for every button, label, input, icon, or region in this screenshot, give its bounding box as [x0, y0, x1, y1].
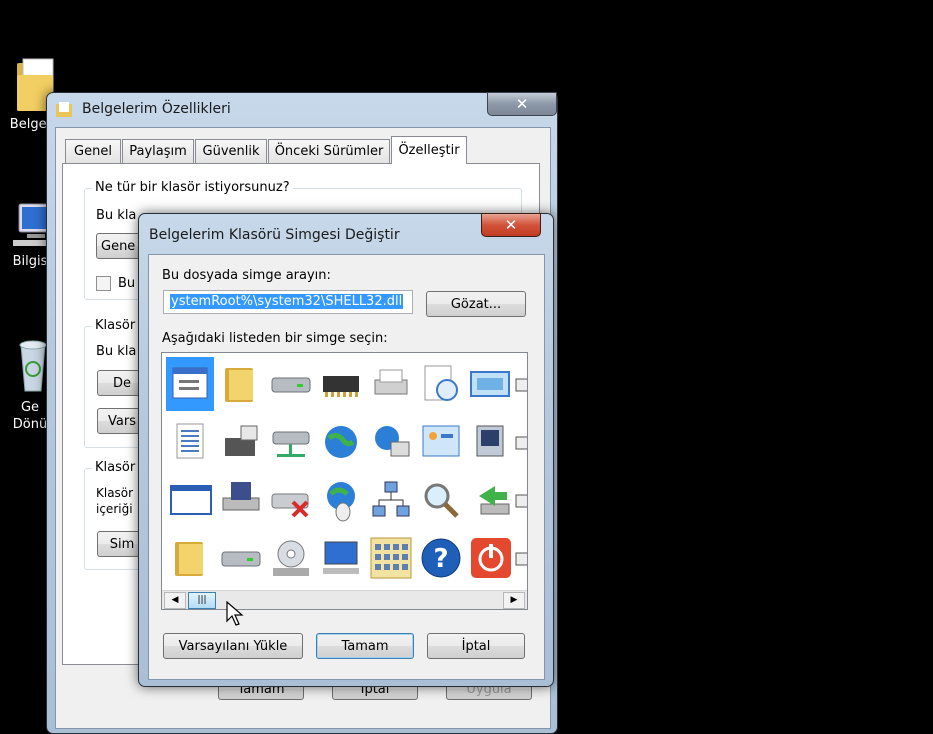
scroll-thumb[interactable]: ||| — [188, 592, 216, 609]
clock-doc-icon[interactable] — [424, 365, 458, 401]
window-icon[interactable] — [170, 485, 212, 515]
memory-chip-icon[interactable] — [323, 376, 359, 397]
printer-icon[interactable] — [374, 369, 408, 395]
icon-list: ? ◀ ||| ▶ — [161, 352, 528, 610]
partial-icon[interactable] — [515, 494, 527, 508]
cancel-button[interactable]: İptal — [427, 633, 525, 659]
power-icon[interactable] — [471, 538, 511, 578]
window-doc-icon[interactable] — [172, 367, 208, 399]
icon-file-path-input[interactable]: ystemRoot%\system32\SHELL32.dll — [163, 290, 413, 314]
drive-icon[interactable] — [221, 551, 261, 567]
folder-pictures-title: Klasör — [92, 318, 139, 333]
text-doc-icon[interactable] — [176, 423, 204, 459]
cd-drive-icon[interactable] — [273, 540, 309, 576]
restore-defaults-button[interactable]: Varsayılanı Yükle — [163, 633, 303, 659]
optimize-label: Bu kla — [96, 208, 137, 223]
dialog-close-button[interactable]: ✕ — [481, 213, 541, 237]
network-drive-icon[interactable] — [272, 431, 310, 457]
subfolders-label: Bu — [118, 276, 136, 291]
folder-type-question: Ne tür bir klasör istiyorsunuz? — [92, 180, 293, 195]
properties-close-button[interactable]: ✕ — [487, 92, 557, 116]
tab-paylasim[interactable]: Paylaşım — [122, 139, 194, 163]
browse-button[interactable]: Gözat... — [426, 291, 526, 317]
drive-icon[interactable] — [271, 377, 311, 393]
tab-onceki-surumler[interactable]: Önceki Sürümler — [268, 139, 390, 163]
server-icon[interactable] — [225, 425, 258, 456]
partial-icon[interactable] — [515, 378, 527, 392]
shortcut-arrow-icon[interactable] — [479, 486, 510, 515]
folder-icons-title: Klasör — [92, 460, 139, 475]
folder-icons-desc-2: içeriği — [96, 502, 133, 516]
mouse-cursor-icon — [226, 601, 244, 626]
partial-icon[interactable] — [515, 552, 527, 566]
icon-grid: ? — [166, 357, 527, 579]
floppy-drive-icon[interactable] — [222, 482, 260, 511]
folder-small-icon — [56, 102, 72, 117]
earth-mouse-icon[interactable] — [327, 482, 355, 522]
tab-guvenlik[interactable]: Güvenlik — [195, 139, 267, 163]
svg-text:?: ? — [433, 544, 448, 574]
icon-list-label: Aşağıdaki listeden bir simge seçin: — [162, 331, 388, 346]
search-file-label: Bu dosyada simge arayın: — [162, 268, 331, 283]
computer-icon[interactable] — [323, 541, 359, 574]
display-icon[interactable] — [470, 371, 510, 397]
partial-icon[interactable] — [515, 436, 527, 450]
scroll-right-arrow[interactable]: ▶ — [503, 592, 525, 609]
network-globe-icon[interactable] — [375, 426, 410, 457]
tab-ozellestir[interactable]: Özelleştir — [391, 136, 467, 164]
icon-file-path-value: ystemRoot%\system32\SHELL32.dll — [170, 294, 404, 309]
keypad-icon[interactable] — [370, 537, 412, 579]
media-icon[interactable] — [476, 425, 504, 457]
scroll-left-arrow[interactable]: ◀ — [164, 592, 186, 609]
globe-icon[interactable] — [325, 426, 357, 458]
network-icon[interactable] — [372, 481, 410, 517]
control-panel-icon[interactable] — [422, 425, 460, 457]
properties-title: Belgelerim Özellikleri — [82, 101, 231, 117]
help-icon[interactable]: ? — [421, 538, 461, 578]
magnifier-icon[interactable] — [424, 483, 459, 518]
subfolders-checkbox[interactable] — [96, 276, 111, 291]
folder-icons-desc: Klasör — [96, 486, 134, 500]
ok-button[interactable]: Tamam — [316, 633, 414, 659]
folder-icon[interactable] — [225, 368, 253, 402]
tab-genel[interactable]: Genel — [65, 139, 121, 163]
folder-icon[interactable] — [175, 542, 203, 576]
drive-error-icon[interactable] — [271, 493, 309, 518]
folder-pictures-desc: Bu kla — [96, 344, 137, 359]
horizontal-scrollbar[interactable]: ◀ ||| ▶ — [162, 590, 527, 609]
dialog-title: Belgelerim Klasörü Simgesi Değiştir — [149, 227, 400, 243]
